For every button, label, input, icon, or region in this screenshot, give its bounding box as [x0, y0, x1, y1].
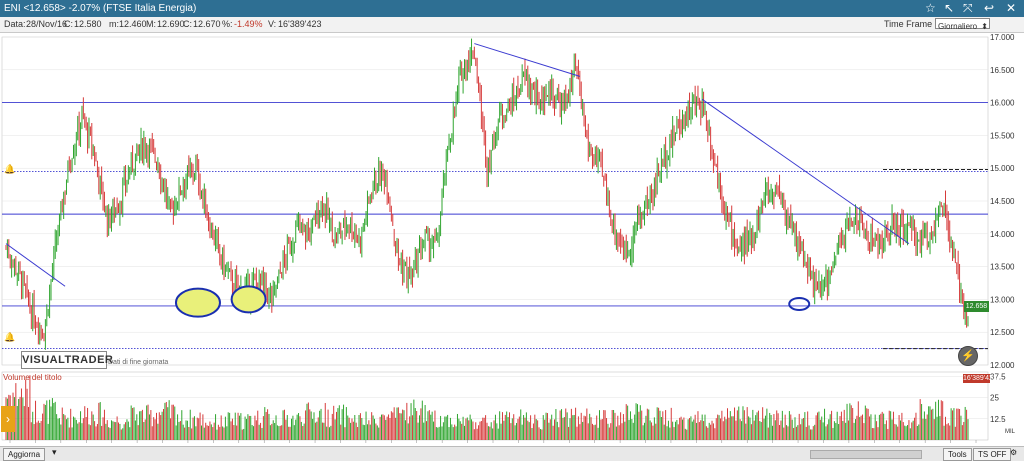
c-value: 12.580 — [74, 19, 102, 29]
y-tick-label: 16.000 — [990, 99, 1015, 108]
trendlines — [5, 43, 910, 287]
volume-label: V: — [268, 19, 277, 29]
candlesticks — [5, 38, 969, 350]
pct-value: -1.49% — [234, 19, 263, 29]
back-icon[interactable]: ↩ — [984, 1, 994, 15]
gear-icon[interactable]: ⚙ — [1010, 448, 1017, 457]
max-label: M: — [146, 19, 156, 29]
timeframe-select[interactable]: Giornaliero ⬍ — [935, 18, 990, 31]
highlight-ellipses — [174, 285, 811, 318]
volume-value: 16'389'423 — [278, 19, 322, 29]
highlight-ellipse — [788, 296, 811, 311]
c2-value: 12.670 — [193, 19, 221, 29]
volume-tick-label: 25 — [990, 394, 999, 403]
eod-note: Dati di fine giornata — [108, 359, 169, 366]
y-tick-label: 13.000 — [990, 295, 1015, 304]
chevron-down-icon: ⬍ — [981, 22, 988, 31]
volume-title: Volume del titolo — [3, 373, 62, 382]
m-label: m: — [109, 19, 119, 29]
lightning-icon[interactable]: ⚡ — [958, 346, 978, 366]
ts-off-button[interactable]: TS OFF — [973, 448, 1012, 461]
c2-label: C: — [183, 19, 192, 29]
bottom-bar: Aggiorna ▾ Tools TS OFF ⚙ — [0, 446, 1024, 461]
y-tick-label: 14.000 — [990, 230, 1015, 239]
highlight-ellipse — [174, 287, 221, 318]
vol-unit: MIL — [1005, 429, 1016, 435]
y-axis: 17.000 16.500 16.000 15.500 15.000 14.500 14.0… — [990, 33, 1015, 370]
info-bar: Data: 28/Nov/16 C: 12.580 m: 12.460 M: 1… — [0, 17, 1024, 33]
y-tick-label: 15.500 — [990, 131, 1015, 140]
tools-button[interactable]: Tools — [943, 448, 972, 461]
y-tick-label: 17.000 — [990, 33, 1015, 42]
timeframe-label: Time Frame — [884, 19, 933, 29]
chevron-right-icon[interactable]: › — [1, 406, 15, 432]
chart-window: ENI <12.658> -2.07% (FTSE Italia Energia… — [0, 0, 1024, 461]
last-volume-tag: 16'389'423 — [963, 374, 997, 383]
pct-label: %: — [222, 19, 233, 29]
star-icon[interactable]: ☆ — [925, 1, 936, 15]
y-tick-label: 12.000 — [990, 361, 1015, 370]
timeframe-value: Giornaliero — [938, 22, 978, 31]
chevron-down-icon[interactable]: ▾ — [52, 447, 57, 458]
alarm-bell-icon[interactable]: 🔔 — [4, 165, 15, 174]
window-title: ENI <12.658> -2.07% (FTSE Italia Energia… — [4, 3, 197, 14]
trendline — [474, 43, 580, 77]
arrow-up-left-icon[interactable]: ↖ — [944, 1, 954, 15]
aggiorna-button[interactable]: Aggiorna — [3, 448, 46, 461]
trendline — [701, 98, 910, 245]
last-price-tag: 12.658 — [964, 301, 989, 312]
price-chart[interactable]: 17.000 16.500 16.000 15.500 15.000 14.500 14.0… — [0, 32, 1024, 446]
y-tick-label: 13.500 — [990, 263, 1015, 272]
horizontal-scrollbar[interactable] — [810, 450, 922, 459]
close-icon[interactable]: ✕ — [1006, 1, 1016, 15]
visualtrader-logo: VISUALTRADER — [21, 351, 113, 369]
y-tick-label: 15.000 — [990, 164, 1015, 173]
y-tick-label: 12.500 — [990, 328, 1015, 337]
volume-tick-label: 12.5 — [990, 415, 1006, 424]
highlight-ellipse — [230, 285, 267, 314]
y-tick-label: 14.500 — [990, 197, 1015, 206]
date-value: 28/Nov/16 — [26, 19, 68, 29]
alarm-bell-icon[interactable]: 🔔 — [4, 333, 15, 342]
date-label: Data: — [4, 19, 26, 29]
c-label: C: — [64, 19, 73, 29]
m-value: 12.460 — [119, 19, 147, 29]
title-bar: ENI <12.658> -2.07% (FTSE Italia Energia… — [0, 0, 1024, 17]
arrows-icon[interactable]: ⤧ — [963, 1, 973, 15]
max-value: 12.690 — [157, 19, 185, 29]
volume-bars — [5, 375, 969, 440]
y-tick-label: 16.500 — [990, 66, 1015, 75]
